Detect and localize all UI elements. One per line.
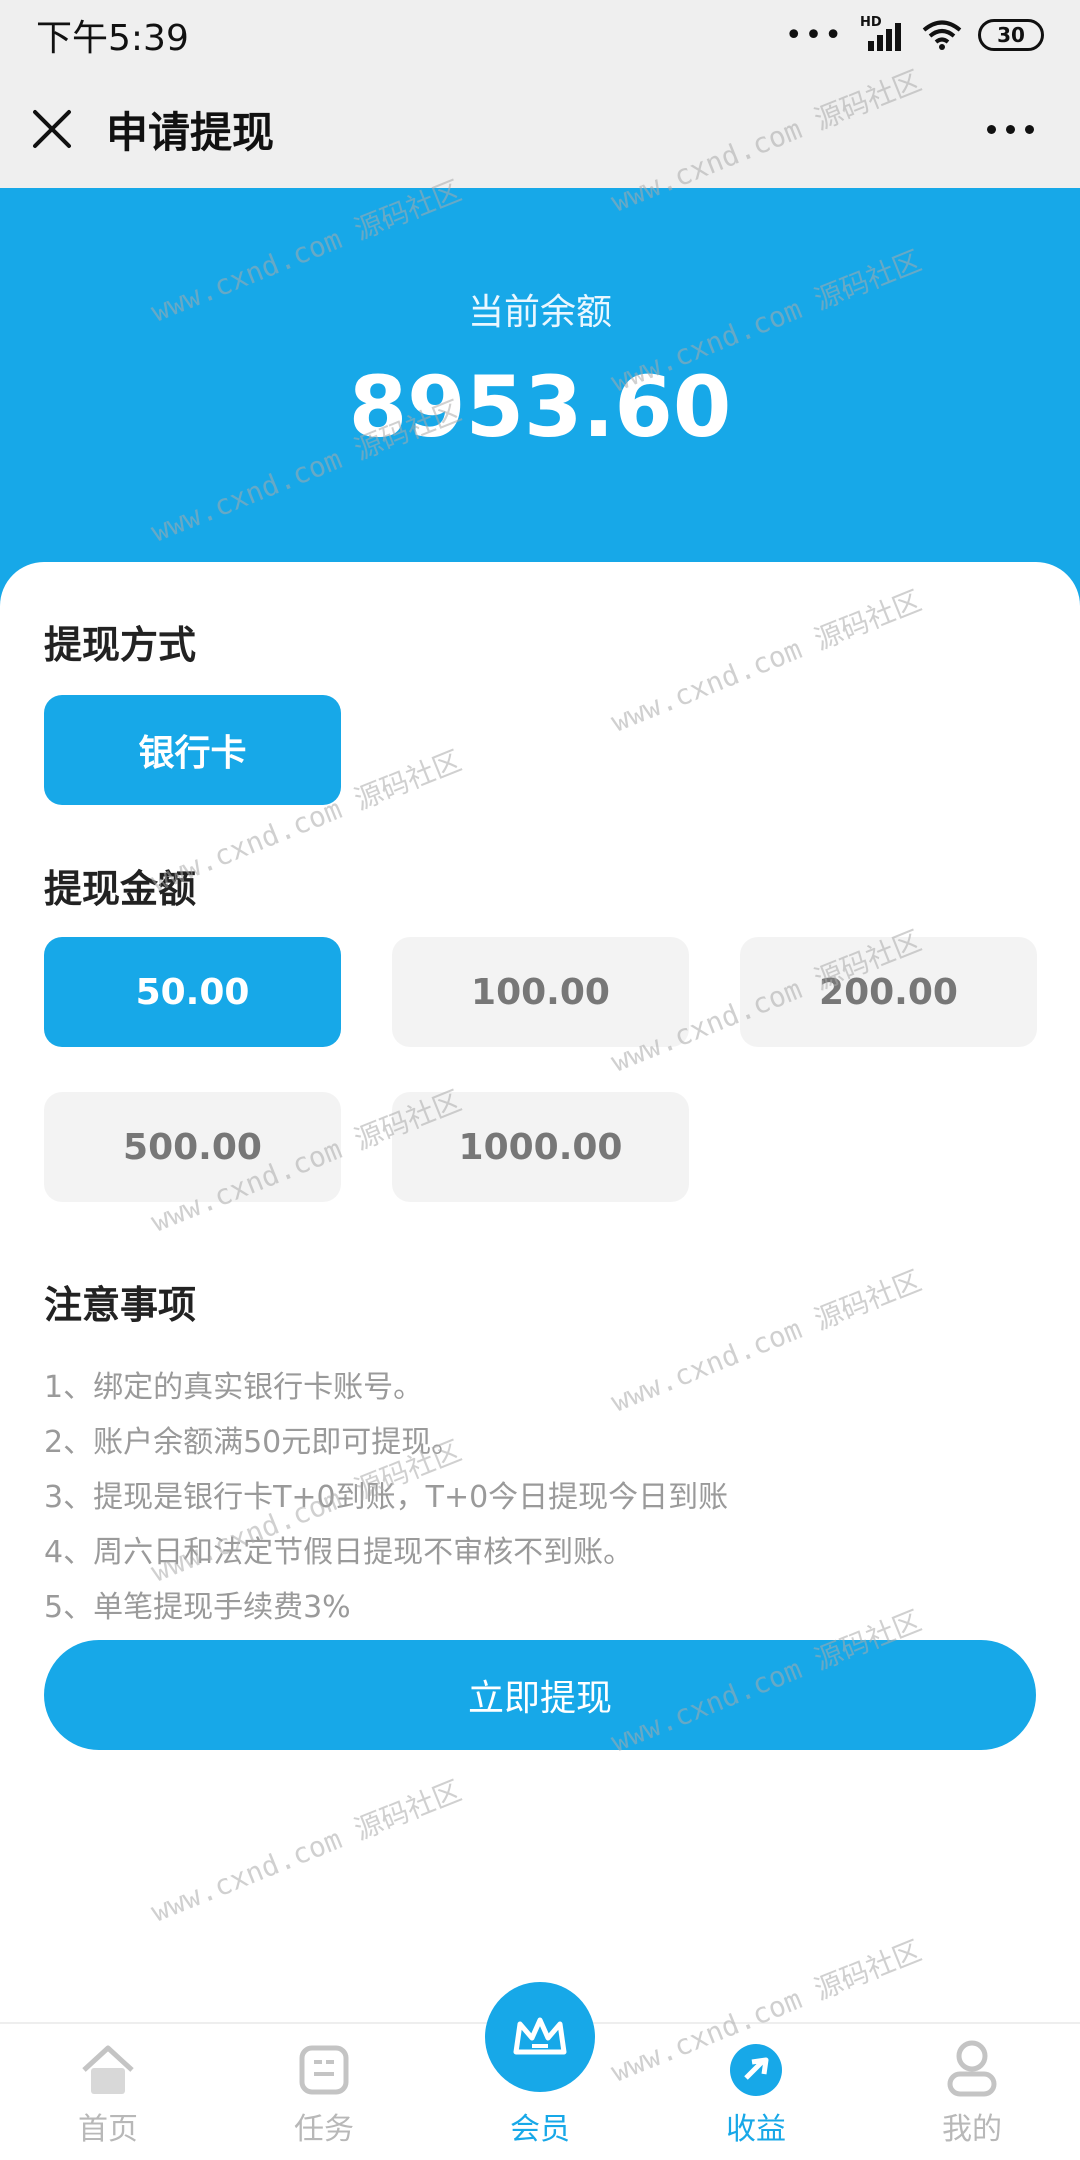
tab-label: 收益	[726, 2112, 786, 2147]
notice-item: 2、账户余额满50元即可提现。	[44, 1425, 462, 1460]
close-icon[interactable]	[30, 107, 74, 151]
profile-icon	[947, 2040, 997, 2097]
amount-option-100[interactable]: 100.00	[392, 937, 689, 1047]
balance-header: 当前余额 8953.60	[0, 188, 1080, 608]
tab-member[interactable]: 会员	[432, 1982, 648, 2160]
tab-label: 我的	[942, 2112, 1002, 2147]
notice-title: 注意事项	[44, 1283, 197, 1327]
tab-label: 会员	[510, 2112, 570, 2147]
more-menu-icon[interactable]	[987, 124, 1034, 134]
balance-value: 8953.60	[348, 358, 732, 456]
balance-label: 当前余额	[467, 292, 612, 333]
amount-option-50[interactable]: 50.00	[44, 937, 341, 1047]
amount-option-200[interactable]: 200.00	[740, 937, 1037, 1047]
status-icons: ••• HD 30	[784, 15, 1044, 53]
app-root: 下午5:39 ••• HD 30 申请提现 当前余额 8953.60 提现方式 …	[0, 0, 1080, 2160]
tab-label: 首页	[78, 2112, 138, 2147]
status-time: 下午5:39	[36, 18, 189, 59]
nav-bar: 申请提现	[0, 70, 1080, 188]
notice-item: 1、绑定的真实银行卡账号。	[44, 1370, 424, 1405]
member-bubble	[485, 1982, 595, 2092]
tab-profile[interactable]: 我的	[864, 2024, 1080, 2160]
status-bar: 下午5:39 ••• HD 30	[0, 0, 1080, 70]
cell-signal-icon: HD	[860, 15, 906, 53]
crown-icon	[513, 2017, 567, 2055]
tab-home[interactable]: 首页	[0, 2024, 216, 2160]
method-option-bank-card[interactable]: 银行卡	[44, 695, 341, 805]
wifi-icon	[922, 19, 962, 51]
tab-earnings[interactable]: 收益	[648, 2024, 864, 2160]
withdraw-amount-title: 提现金额	[44, 867, 197, 911]
page-title: 申请提现	[106, 107, 275, 157]
task-icon	[299, 2045, 349, 2095]
notification-dots-icon: •••	[784, 17, 844, 53]
amount-option-1000[interactable]: 1000.00	[392, 1092, 689, 1202]
submit-withdraw-button[interactable]: 立即提现	[44, 1640, 1036, 1750]
tab-task[interactable]: 任务	[216, 2024, 432, 2160]
amount-option-500[interactable]: 500.00	[44, 1092, 341, 1202]
notice-item: 3、提现是银行卡T+0到账，T+0今日提现今日到账	[44, 1480, 729, 1515]
notice-item: 4、周六日和法定节假日提现不审核不到账。	[44, 1535, 634, 1570]
earnings-icon	[730, 2044, 782, 2096]
tab-label: 任务	[294, 2112, 354, 2147]
hd-badge: HD	[860, 15, 882, 30]
bottom-tab-bar: 首页 任务 会员 收益 我的	[0, 1982, 1080, 2160]
notice-item: 5、单笔提现手续费3%	[44, 1590, 351, 1625]
withdraw-method-title: 提现方式	[44, 623, 197, 667]
withdraw-card: 提现方式 银行卡 提现金额 50.00 100.00 200.00 500.00…	[0, 562, 1080, 2022]
home-icon	[82, 2045, 134, 2094]
battery-icon: 30	[978, 19, 1044, 51]
